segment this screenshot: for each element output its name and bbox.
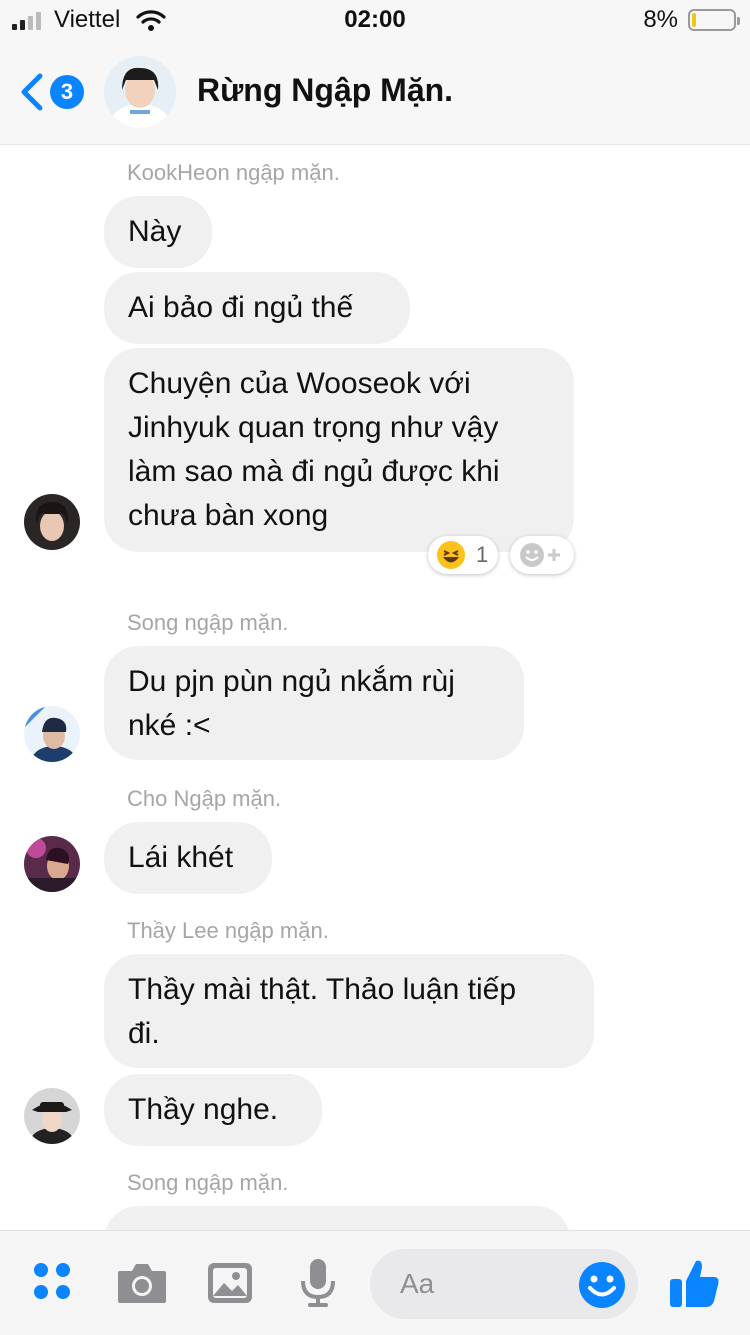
avatar[interactable] (24, 1088, 80, 1144)
message-bubble[interactable]: Lái khét (104, 822, 272, 894)
unread-badge[interactable]: 3 (50, 75, 84, 109)
battery-percent: 8% (643, 6, 678, 33)
avatar[interactable] (24, 836, 80, 892)
camera-icon[interactable] (116, 1261, 168, 1305)
group-avatar[interactable] (104, 56, 176, 128)
message-input-placeholder: Aa (400, 1268, 435, 1299)
conversation-header: 3 Rừng Ngập Mặn. (0, 40, 750, 145)
message-bubble[interactable]: Thầy mài thật. Thảo luận tiếp đi. (104, 954, 594, 1068)
reaction-chip[interactable]: 1 (428, 536, 498, 574)
sender-name: Thầy Lee ngập mặn. (127, 918, 329, 943)
microphone-icon[interactable] (298, 1257, 338, 1309)
status-bar: Viettel 02:00 8% (0, 0, 750, 40)
menu-dots-icon[interactable] (32, 1261, 76, 1305)
add-reaction-icon (520, 543, 560, 567)
battery-icon (688, 9, 740, 31)
clock: 02:00 (344, 6, 406, 33)
message-bubble[interactable]: Ai bảo đi ngủ thế (104, 272, 410, 344)
message-bubble[interactable]: Du pjn pùn ngủ nkắm rùj nké :< (104, 646, 524, 760)
battery-fill (692, 13, 696, 27)
message-bubble[interactable]: Chuyện của Wooseok với Jinhyuk quan trọn… (104, 348, 574, 552)
sender-name: Cho Ngập mặn. (127, 786, 282, 811)
avatar[interactable] (24, 706, 80, 762)
composer-bar: Aa (0, 1230, 750, 1335)
sender-name: Song ngập mặn. (127, 610, 289, 635)
reaction-count: 1 (476, 542, 489, 567)
back-chevron-icon[interactable] (18, 72, 46, 112)
message-bubble-partial[interactable] (104, 1206, 570, 1230)
thumbs-up-icon[interactable] (666, 1255, 722, 1311)
add-reaction-button[interactable] (510, 536, 574, 574)
image-icon[interactable] (206, 1261, 254, 1305)
sender-name: Song ngập mặn. (127, 1170, 289, 1195)
conversation-title[interactable]: Rừng Ngập Mặn. (197, 72, 453, 109)
sender-name: KookHeon ngập mặn. (127, 160, 340, 185)
message-bubble[interactable]: Này (104, 196, 212, 268)
message-list[interactable]: KookHeon ngập mặn. Này Ai bảo đi ngủ thế… (0, 144, 750, 1230)
laughing-emoji-icon (437, 541, 465, 569)
emoji-icon[interactable] (578, 1261, 626, 1309)
message-bubble[interactable]: Thầy nghe. (104, 1074, 322, 1146)
avatar[interactable] (24, 494, 80, 550)
